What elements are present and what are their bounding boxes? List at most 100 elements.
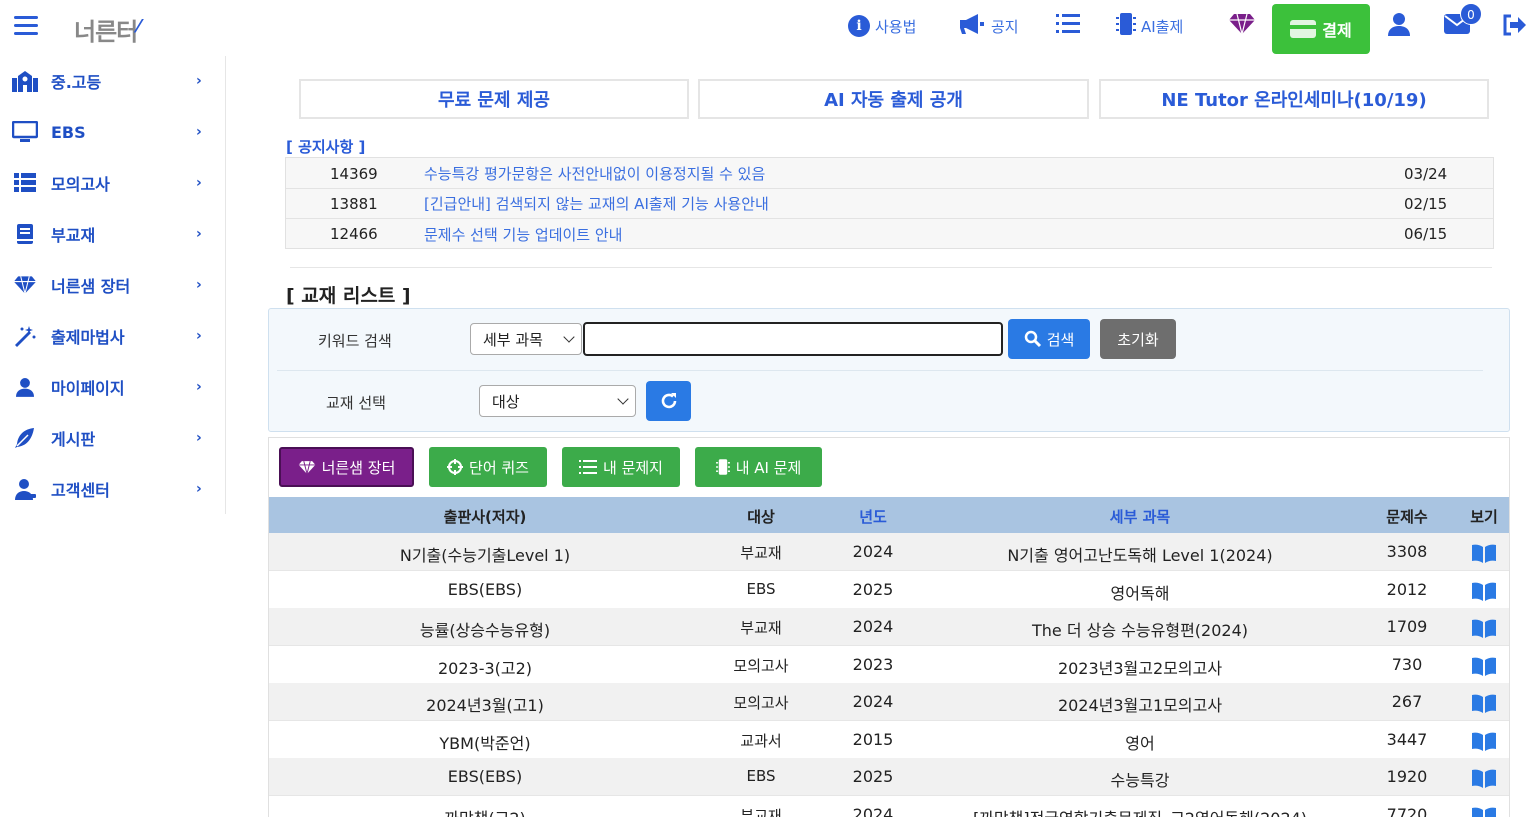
pay-label: 결제 <box>1322 21 1352 40</box>
keyword-input[interactable] <box>583 322 1003 356</box>
logo[interactable]: 너른터⁄ <box>74 12 140 47</box>
column-target[interactable]: 대상 <box>747 506 775 527</box>
list-icon <box>1056 13 1080 39</box>
ne-tutor-seminar-button[interactable]: NE Tutor 온라인세미나(10/19) <box>1099 79 1489 119</box>
nav-ai[interactable]: AI출제 <box>1116 12 1183 40</box>
cell-target: 모의고사 <box>733 694 789 712</box>
notice-list: 14369 수능특강 평가문항은 사전안내없이 이용정지될 수 있음 03/24… <box>285 157 1494 249</box>
subject-select[interactable]: 세부 과목 <box>470 323 582 355</box>
my-ai-problems-button[interactable]: 내 AI 문제 <box>695 447 822 487</box>
cell-year: 2025 <box>852 767 894 786</box>
notice-link[interactable]: 문제수 선택 기능 업데이트 안내 <box>424 224 622 245</box>
table-row[interactable]: EBS(EBS) EBS 2025 영어독해 2012 <box>269 571 1509 609</box>
sidebar-item-label: 마이페이지 <box>51 379 125 398</box>
target-select-value: 대상 <box>492 392 520 411</box>
chevron-right-icon: › <box>196 481 202 497</box>
sidebar-item-mypage[interactable]: 마이페이지 › <box>0 362 226 412</box>
textbook-list-title: [ 교재 리스트 ] <box>286 285 411 307</box>
target-select[interactable]: 대상 <box>479 385 636 417</box>
free-problems-button[interactable]: 무료 문제 제공 <box>299 79 689 119</box>
word-quiz-button[interactable]: 단어 퀴즈 <box>429 447 547 487</box>
refresh-button[interactable] <box>646 381 691 421</box>
chevron-right-icon: › <box>196 430 202 446</box>
open-book-icon[interactable] <box>1471 656 1497 676</box>
cell-count: 730 <box>1391 654 1423 674</box>
cell-year: 2025 <box>852 579 894 599</box>
open-book-icon[interactable] <box>1471 693 1497 713</box>
sidebar-item-mock-exam[interactable]: 모의고사 › <box>0 158 226 208</box>
open-book-icon[interactable] <box>1471 618 1497 638</box>
table-row[interactable]: 능률(상승수능유형) 부교재 2024 The 더 상승 수능유형편(2024) 170… <box>269 608 1509 646</box>
market-button[interactable]: 너른샘 장터 <box>279 447 414 487</box>
table-row[interactable]: 까망책(고2) 부교재 2024 [까망책]전국연합기출문제집_고2영어독해(2024… <box>269 796 1509 817</box>
megaphone-icon <box>958 13 986 39</box>
cell-year: 2024 <box>852 692 894 711</box>
sidebar-item-wizard[interactable]: 출제마법사 › <box>0 311 226 361</box>
chevron-right-icon: › <box>196 73 202 89</box>
column-publisher[interactable]: 출판사(저자) <box>444 506 527 527</box>
nav-market[interactable] <box>1228 12 1261 40</box>
notice-title: [ 공지사항 ] <box>286 138 366 156</box>
table-row[interactable]: 2023-3(고2) 모의고사 2023 2023년3월고2모의고사 730 <box>269 646 1509 684</box>
cell-target: 모의고사 <box>733 656 789 675</box>
open-book-icon[interactable] <box>1471 581 1497 601</box>
top-header: 너른터⁄ i 사용법 공지 AI출제 결제 0 <box>0 0 1536 56</box>
table-row[interactable]: N기출(수능기출Level 1) 부교재 2024 N기출 영어고난도독해 Level… <box>269 533 1509 571</box>
cell-count: 1920 <box>1386 767 1428 786</box>
pay-button[interactable]: 결제 <box>1272 4 1370 54</box>
cell-target: 교과서 <box>740 731 782 750</box>
sidebar-item-support[interactable]: 고객센터 › <box>0 464 226 514</box>
table-row[interactable]: EBS(EBS) EBS 2025 수능특강 1920 <box>269 758 1509 796</box>
menu-icon[interactable] <box>14 16 38 36</box>
nav-notice[interactable]: 공지 <box>958 12 1019 40</box>
cell-year: 2015 <box>852 729 894 749</box>
cell-target: 부교재 <box>740 619 782 637</box>
cell-count: 2012 <box>1386 579 1428 599</box>
reset-button[interactable]: 초기화 <box>1100 319 1176 359</box>
gem-icon <box>12 273 38 297</box>
sidebar-item-ebs[interactable]: EBS › <box>0 107 226 157</box>
sidebar-item-label: EBS <box>51 122 86 142</box>
table-row[interactable]: YBM(박준언) 교과서 2015 영어 3447 <box>269 721 1509 759</box>
open-book-icon[interactable] <box>1471 543 1497 563</box>
notice-link[interactable]: [긴급안내] 검색되지 않는 교재의 AI출제 기능 사용안내 <box>424 193 769 214</box>
notice-date: 02/15 <box>1404 194 1448 213</box>
sidebar-item-label: 모의고사 <box>51 175 110 194</box>
nav-usage-label: 사용법 <box>875 17 917 36</box>
cell-count: 1709 <box>1386 617 1428 636</box>
logout-icon[interactable] <box>1502 14 1526 36</box>
notice-link[interactable]: 수능특강 평가문항은 사전안내없이 이용정지될 수 있음 <box>424 163 765 184</box>
notice-row: 12466 문제수 선택 기능 업데이트 안내 06/15 <box>286 219 1493 249</box>
cell-subject: 2024년3월고1모의고사 <box>1057 696 1223 715</box>
my-worksheet-button-label: 내 문제지 <box>603 458 663 477</box>
search-button[interactable]: 검색 <box>1008 319 1090 359</box>
open-book-icon[interactable] <box>1471 768 1497 788</box>
column-count[interactable]: 문제수 <box>1386 506 1427 527</box>
my-ai-problems-button-label: 내 AI 문제 <box>735 458 802 477</box>
cell-publisher: 능률(상승수능유형) <box>419 621 551 640</box>
ai-auto-generate-button[interactable]: AI 자동 출제 공개 <box>698 79 1089 119</box>
open-book-icon[interactable] <box>1471 806 1497 817</box>
user-icon <box>12 375 38 399</box>
nav-ai-label: AI출제 <box>1141 17 1184 36</box>
cell-subject: 영어 <box>1125 733 1155 753</box>
school-icon <box>12 69 38 93</box>
nav-list[interactable] <box>1056 12 1085 40</box>
textbook-select-label: 교재 선택 <box>326 394 386 412</box>
market-button-label: 너른샘 장터 <box>321 458 396 477</box>
sidebar-item-board[interactable]: 게시판 › <box>0 413 226 463</box>
user-icon[interactable] <box>1388 12 1410 38</box>
sidebar-item-middle-high[interactable]: 중.고등 › <box>0 56 226 106</box>
sidebar-item-market[interactable]: 너른샘 장터 › <box>0 260 226 310</box>
column-year[interactable]: 년도 <box>859 506 887 527</box>
table-row[interactable]: 2024년3월(고1) 모의고사 2024 2024년3월고1모의고사 267 <box>269 683 1509 721</box>
leaf-icon: ⁄ <box>137 16 140 37</box>
my-worksheet-button[interactable]: 내 문제지 <box>562 447 680 487</box>
nav-usage[interactable]: i 사용법 <box>848 12 916 40</box>
column-subject[interactable]: 세부 과목 <box>1110 506 1170 527</box>
open-book-icon[interactable] <box>1471 731 1497 751</box>
cell-publisher: EBS(EBS) <box>447 579 523 599</box>
sidebar-item-workbook[interactable]: 부교재 › <box>0 209 226 259</box>
sidebar-item-label: 부교재 <box>51 226 96 245</box>
sidebar-item-label: 게시판 <box>51 430 96 449</box>
